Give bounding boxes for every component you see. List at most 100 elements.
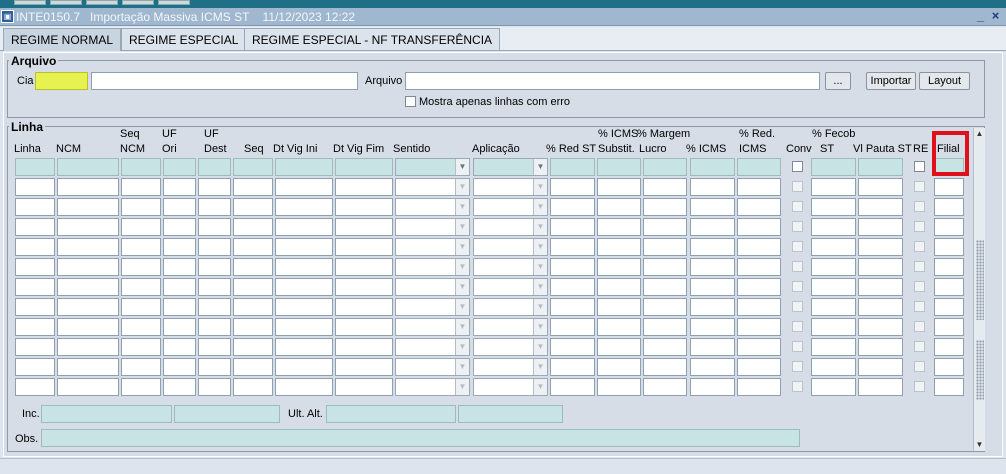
grid-cell-input[interactable] bbox=[811, 318, 856, 336]
grid-cell-input[interactable] bbox=[163, 198, 196, 216]
grid-cell-input[interactable] bbox=[57, 218, 119, 236]
toolbar-button[interactable] bbox=[158, 0, 190, 5]
grid-cell-input[interactable] bbox=[163, 338, 196, 356]
grid-cell-input[interactable] bbox=[597, 358, 641, 376]
obs-field[interactable] bbox=[41, 429, 800, 447]
grid-cell-input[interactable] bbox=[335, 218, 393, 236]
grid-cell-select[interactable]: ▼ bbox=[395, 278, 470, 296]
grid-cell-input[interactable] bbox=[15, 218, 55, 236]
grid-cell-input[interactable] bbox=[737, 338, 781, 356]
grid-cell-input[interactable] bbox=[335, 238, 393, 256]
grid-cell-checkbox[interactable] bbox=[914, 341, 925, 352]
chevron-down-icon[interactable]: ▼ bbox=[455, 219, 469, 235]
grid-cell-input[interactable] bbox=[934, 358, 964, 376]
grid-cell-input[interactable] bbox=[275, 198, 333, 216]
grid-cell-input[interactable] bbox=[57, 378, 119, 396]
chevron-down-icon[interactable]: ▼ bbox=[533, 199, 547, 215]
chevron-down-icon[interactable]: ▼ bbox=[533, 159, 547, 175]
grid-cell-input[interactable] bbox=[550, 298, 595, 316]
grid-cell-input[interactable] bbox=[643, 318, 687, 336]
grid-cell-input[interactable] bbox=[163, 358, 196, 376]
grid-cell-input[interactable] bbox=[811, 238, 856, 256]
grid-cell-input[interactable] bbox=[934, 198, 964, 216]
grid-cell-input[interactable] bbox=[690, 298, 735, 316]
grid-cell-input[interactable] bbox=[858, 258, 903, 276]
grid-cell-input[interactable] bbox=[858, 358, 903, 376]
grid-cell-input[interactable] bbox=[57, 258, 119, 276]
grid-cell-input[interactable] bbox=[858, 318, 903, 336]
grid-cell-input[interactable] bbox=[550, 378, 595, 396]
arrow-down-icon[interactable]: ▼ bbox=[974, 439, 985, 451]
cia-code-input[interactable] bbox=[35, 72, 88, 90]
grid-cell-select[interactable]: ▼ bbox=[395, 378, 470, 396]
grid-cell-input[interactable] bbox=[57, 358, 119, 376]
grid-cell-input[interactable] bbox=[690, 198, 735, 216]
grid-cell-checkbox[interactable] bbox=[914, 381, 925, 392]
grid-cell-input[interactable] bbox=[934, 278, 964, 296]
grid-cell-input[interactable] bbox=[15, 278, 55, 296]
grid-cell-input[interactable] bbox=[858, 338, 903, 356]
grid-cell-input[interactable] bbox=[335, 178, 393, 196]
grid-cell-input[interactable] bbox=[15, 298, 55, 316]
grid-cell-input[interactable] bbox=[858, 378, 903, 396]
grid-cell-input[interactable] bbox=[737, 218, 781, 236]
tab-regime-normal[interactable]: REGIME NORMAL bbox=[3, 28, 122, 51]
grid-cell-input[interactable] bbox=[233, 238, 273, 256]
grid-cell-checkbox[interactable] bbox=[792, 301, 803, 312]
chevron-down-icon[interactable]: ▼ bbox=[455, 379, 469, 395]
grid-cell-input[interactable] bbox=[275, 358, 333, 376]
grid-cell-input[interactable] bbox=[643, 358, 687, 376]
grid-cell-input[interactable] bbox=[737, 318, 781, 336]
grid-cell-input[interactable] bbox=[811, 378, 856, 396]
chevron-down-icon[interactable]: ▼ bbox=[455, 279, 469, 295]
grid-cell-checkbox[interactable] bbox=[792, 361, 803, 372]
grid-cell-input[interactable] bbox=[233, 278, 273, 296]
importar-button[interactable]: Importar bbox=[866, 72, 916, 90]
minimize-button[interactable]: _ bbox=[974, 9, 987, 23]
grid-cell-input[interactable] bbox=[57, 318, 119, 336]
grid-cell-select[interactable]: ▼ bbox=[473, 258, 548, 276]
grid-cell-input[interactable] bbox=[690, 218, 735, 236]
grid-cell-select[interactable]: ▼ bbox=[395, 258, 470, 276]
grid-cell-input[interactable] bbox=[643, 158, 687, 176]
grid-cell-input[interactable] bbox=[550, 318, 595, 336]
grid-cell-input[interactable] bbox=[737, 378, 781, 396]
grid-cell-input[interactable] bbox=[163, 298, 196, 316]
toolbar-button[interactable] bbox=[50, 0, 82, 5]
grid-cell-input[interactable] bbox=[858, 298, 903, 316]
grid-cell-input[interactable] bbox=[198, 218, 231, 236]
grid-cell-input[interactable] bbox=[690, 158, 735, 176]
grid-cell-checkbox[interactable] bbox=[792, 321, 803, 332]
grid-cell-input[interactable] bbox=[335, 378, 393, 396]
grid-cell-input[interactable] bbox=[163, 318, 196, 336]
grid-cell-input[interactable] bbox=[335, 278, 393, 296]
grid-cell-input[interactable] bbox=[550, 278, 595, 296]
grid-cell-input[interactable] bbox=[198, 278, 231, 296]
grid-cell-input[interactable] bbox=[121, 198, 161, 216]
grid-cell-input[interactable] bbox=[163, 258, 196, 276]
grid-cell-select[interactable]: ▼ bbox=[473, 358, 548, 376]
grid-cell-input[interactable] bbox=[597, 218, 641, 236]
grid-cell-input[interactable] bbox=[597, 338, 641, 356]
grid-cell-select[interactable]: ▼ bbox=[473, 318, 548, 336]
grid-cell-input[interactable] bbox=[198, 358, 231, 376]
grid-cell-input[interactable] bbox=[233, 218, 273, 236]
grid-cell-input[interactable] bbox=[934, 238, 964, 256]
grid-cell-input[interactable] bbox=[934, 178, 964, 196]
grid-cell-input[interactable] bbox=[811, 198, 856, 216]
grid-cell-input[interactable] bbox=[550, 198, 595, 216]
grid-cell-select[interactable]: ▼ bbox=[473, 278, 548, 296]
grid-cell-input[interactable] bbox=[934, 378, 964, 396]
grid-cell-input[interactable] bbox=[121, 218, 161, 236]
grid-cell-input[interactable] bbox=[121, 158, 161, 176]
grid-cell-input[interactable] bbox=[690, 278, 735, 296]
grid-cell-select[interactable]: ▼ bbox=[395, 338, 470, 356]
grid-cell-input[interactable] bbox=[233, 378, 273, 396]
grid-cell-input[interactable] bbox=[811, 218, 856, 236]
grid-cell-input[interactable] bbox=[690, 178, 735, 196]
grid-cell-input[interactable] bbox=[121, 238, 161, 256]
toolbar-button[interactable] bbox=[122, 0, 154, 5]
grid-cell-input[interactable] bbox=[275, 238, 333, 256]
grid-cell-input[interactable] bbox=[597, 378, 641, 396]
grid-cell-input[interactable] bbox=[121, 178, 161, 196]
